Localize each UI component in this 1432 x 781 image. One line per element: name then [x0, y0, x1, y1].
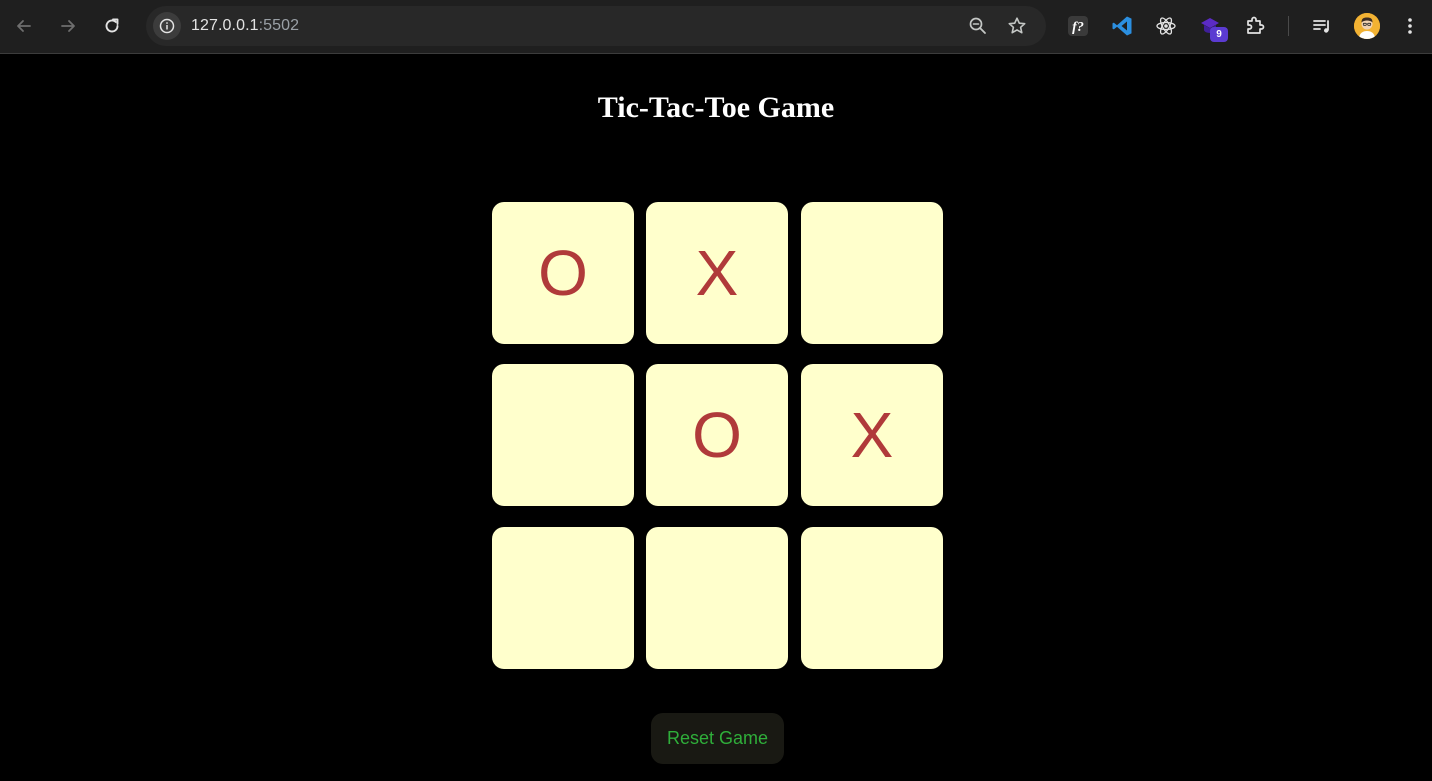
site-info-icon: [159, 18, 175, 34]
react-devtools-icon: [1156, 17, 1176, 35]
forward-icon: [61, 20, 75, 32]
toolbar-separator: [1288, 16, 1289, 36]
bookmark-star-icon: [1008, 17, 1026, 34]
vscode-extension-button[interactable]: [1107, 11, 1137, 41]
board-cell-1[interactable]: O: [492, 202, 634, 344]
board-cell-5[interactable]: O: [646, 364, 788, 506]
function-extension-button[interactable]: f?: [1063, 11, 1093, 41]
bookmark-button[interactable]: [1005, 14, 1029, 38]
board-cell-7[interactable]: [492, 527, 634, 669]
profile-avatar[interactable]: [1354, 13, 1380, 39]
reading-list-button[interactable]: [1307, 11, 1337, 41]
url-host: 127.0.0.1: [191, 17, 259, 34]
extension-badge: 9: [1210, 27, 1228, 42]
address-bar[interactable]: 127.0.0.1:5502: [146, 6, 1046, 46]
board-cell-6[interactable]: X: [801, 364, 943, 506]
site-info-button[interactable]: [153, 12, 181, 40]
browser-menu-button[interactable]: [1395, 11, 1425, 41]
back-icon: [17, 20, 31, 32]
extensions-button[interactable]: [1240, 11, 1270, 41]
svg-text:f?: f?: [1072, 20, 1084, 35]
reading-list-icon: [1313, 20, 1329, 33]
board-cell-4[interactable]: [492, 364, 634, 506]
zoom-icon: [969, 17, 986, 34]
board-cell-8[interactable]: [646, 527, 788, 669]
vscode-icon: [1112, 16, 1132, 36]
reset-game-button[interactable]: Reset Game: [651, 713, 784, 764]
board-cell-2[interactable]: X: [646, 202, 788, 344]
game-board: O X O X: [492, 202, 943, 669]
board-cell-9[interactable]: [801, 527, 943, 669]
url-text[interactable]: 127.0.0.1:5502: [191, 17, 299, 35]
menu-kebab-icon: [1408, 18, 1412, 34]
zoom-button[interactable]: [966, 14, 990, 38]
reload-button[interactable]: [95, 9, 129, 43]
react-devtools-button[interactable]: [1151, 11, 1181, 41]
avatar-image: [1354, 13, 1380, 39]
url-port: :5502: [258, 17, 300, 34]
extensions-puzzle-icon: [1247, 16, 1265, 34]
back-button[interactable]: [7, 9, 41, 43]
page-title: Tic-Tac-Toe Game: [597, 91, 835, 124]
forward-button[interactable]: [51, 9, 85, 43]
function-extension-icon: f?: [1068, 16, 1088, 36]
reload-icon: [105, 18, 119, 33]
board-cell-3[interactable]: [801, 202, 943, 344]
browser-toolbar: 127.0.0.1:5502 f? 9: [0, 0, 1432, 54]
